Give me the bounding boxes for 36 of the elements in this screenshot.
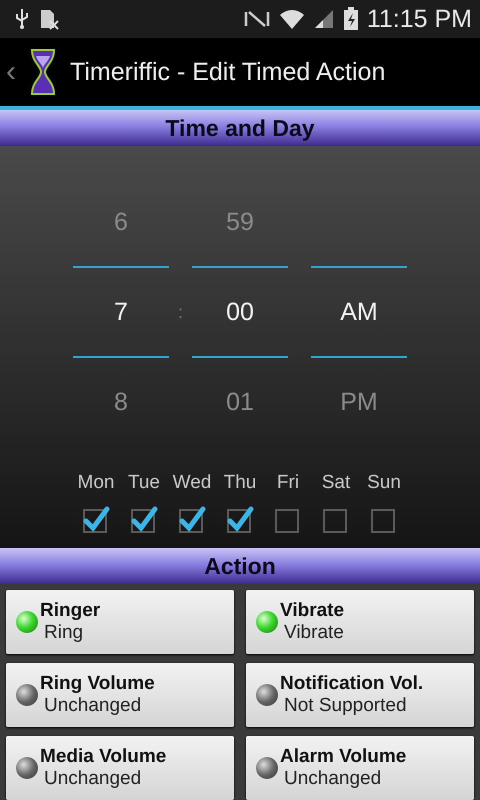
action-button[interactable]: Media Volume Unchanged [6,736,234,800]
action-button[interactable]: Ringer Ring [6,590,234,654]
clock: 11:15 PM [366,4,472,34]
checkbox[interactable] [129,504,159,534]
day-label: Tue [128,472,160,494]
action-button[interactable]: Ring Volume Unchanged [6,663,234,727]
mute-icon [242,8,271,30]
day-label: Sun [367,472,401,494]
hourglass-icon[interactable] [28,48,58,96]
checkbox[interactable] [225,504,255,534]
action-button[interactable]: Alarm Volume Unchanged [246,736,474,800]
day-label: Thu [224,472,256,494]
day-label: Mon [78,472,114,494]
battery-icon [342,7,359,31]
picker-option[interactable]: 8 [114,388,128,416]
day-label: Wed [172,472,212,494]
section-header: Action [0,548,480,584]
picker-option[interactable]: 01 [226,388,254,416]
back-button[interactable]: ‹ [6,57,16,87]
picker-option[interactable]: PM [340,388,378,416]
wifi-icon [278,7,305,31]
time-separator: : [178,302,183,322]
screen-title: Timeriffic - Edit Timed Action [70,58,386,86]
day-label: Fri [276,472,300,494]
usb-icon [14,8,30,30]
picker-value[interactable]: 7 [114,298,128,326]
signal-icon [312,8,335,30]
checkbox[interactable] [177,504,207,534]
sim-card-icon [38,8,60,30]
day-label: Sat [322,472,350,494]
picker-value[interactable]: AM [340,298,378,326]
section-header: Time and Day [0,110,480,146]
picker-value[interactable]: 00 [226,298,254,326]
action-button[interactable]: Notification Vol. Not Supported [246,663,474,727]
action-button[interactable]: Vibrate Vibrate [246,590,474,654]
checkbox[interactable] [81,504,111,534]
